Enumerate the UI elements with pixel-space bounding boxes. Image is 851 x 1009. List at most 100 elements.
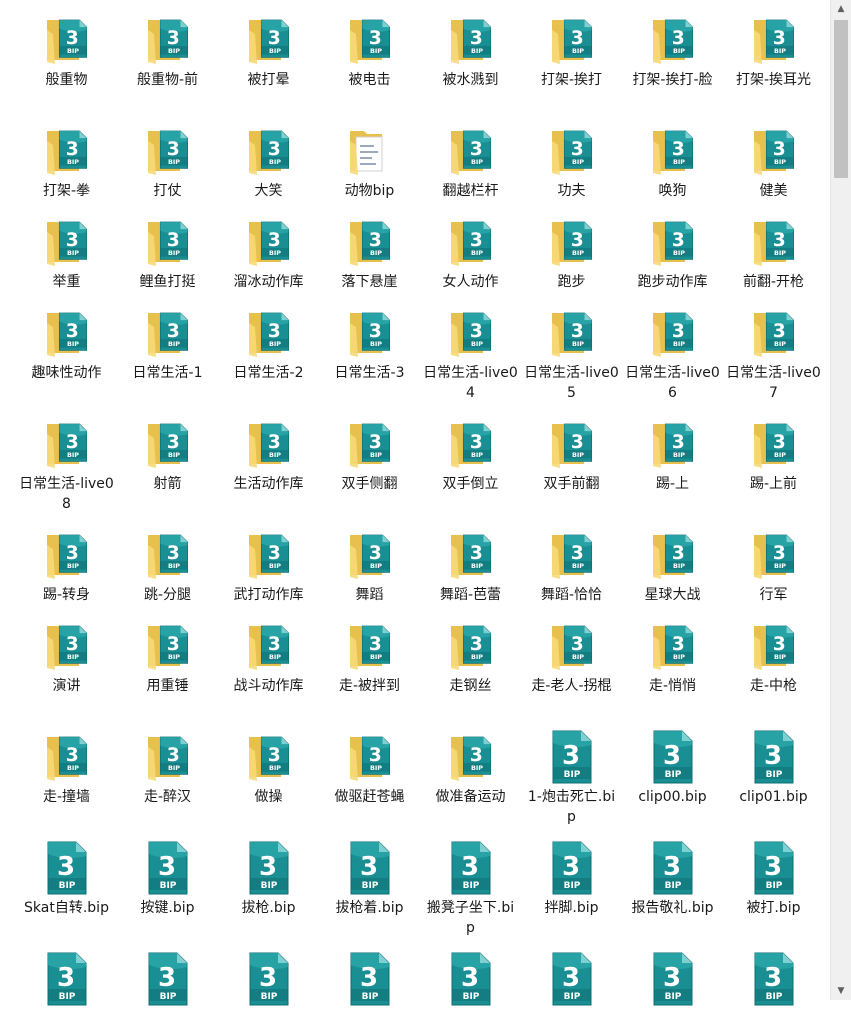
folder-item[interactable]: 3 BIP 打架-挨打-脸 xyxy=(622,10,723,121)
folder-item[interactable]: 3 BIP 日常生活-live06 xyxy=(622,303,723,414)
bip-file-item[interactable]: 3 BIP 拌脚.bip xyxy=(521,838,622,949)
scroll-up-arrow-icon[interactable]: ▲ xyxy=(831,0,851,18)
bip-file-item[interactable]: 3 BIP xyxy=(521,949,622,1009)
folder-item[interactable]: 3 BIP 翻越栏杆 xyxy=(420,121,521,212)
folder-item[interactable]: 3 BIP 走-被拌到 xyxy=(319,616,420,727)
bip-file-item[interactable]: 3 BIP 被打.bip xyxy=(723,838,824,949)
bip-file-item[interactable]: 3 BIP xyxy=(117,949,218,1009)
folder-item[interactable]: 3 BIP 举重 xyxy=(16,212,117,303)
bip-file-icon: 3 BIP xyxy=(746,729,802,785)
folder-item[interactable]: 3 BIP 做操 xyxy=(218,727,319,838)
bip-file-item[interactable]: 3 BIP clip01.bip xyxy=(723,727,824,838)
folder-item[interactable]: 3 BIP 双手前翻 xyxy=(521,414,622,525)
folder-item[interactable]: 3 BIP 走-醉汉 xyxy=(117,727,218,838)
folder-item[interactable]: 3 BIP 溜冰动作库 xyxy=(218,212,319,303)
folder-item[interactable]: 3 BIP 般重物 xyxy=(16,10,117,121)
folder-item[interactable]: 3 BIP 唤狗 xyxy=(622,121,723,212)
svg-text:BIP: BIP xyxy=(167,47,179,55)
folder-item[interactable]: 3 BIP 行军 xyxy=(723,525,824,616)
folder-item[interactable]: 3 BIP 走-撞墙 xyxy=(16,727,117,838)
folder-item[interactable]: 3 BIP 跳-分腿 xyxy=(117,525,218,616)
folder-item[interactable]: 3 BIP 用重锤 xyxy=(117,616,218,727)
folder-item[interactable]: 3 BIP 般重物-前 xyxy=(117,10,218,121)
folder-item[interactable]: 3 BIP 走-中枪 xyxy=(723,616,824,727)
folder-item[interactable]: 3 BIP 前翻-开枪 xyxy=(723,212,824,303)
bip-file-item[interactable]: 3 BIP Skat自转.bip xyxy=(16,838,117,949)
folder-item[interactable]: 3 BIP 打架-拳 xyxy=(16,121,117,212)
scroll-down-arrow-icon[interactable]: ▼ xyxy=(831,982,851,1000)
svg-text:BIP: BIP xyxy=(66,340,78,348)
folder-item[interactable]: 3 BIP 打架-挨打 xyxy=(521,10,622,121)
svg-text:3: 3 xyxy=(469,321,482,342)
bip-file-item[interactable]: 3 BIP xyxy=(420,949,521,1009)
folder-item[interactable]: 3 BIP 双手侧翻 xyxy=(319,414,420,525)
bip-file-item[interactable]: 3 BIP clip00.bip xyxy=(622,727,723,838)
folder-item[interactable]: 3 BIP 打仗 xyxy=(117,121,218,212)
svg-text:3: 3 xyxy=(772,230,785,251)
folder-item[interactable]: 3 BIP 演讲 xyxy=(16,616,117,727)
bip-file-item[interactable]: 3 BIP 拔枪.bip xyxy=(218,838,319,949)
folder-item[interactable]: 3 BIP 功夫 xyxy=(521,121,622,212)
svg-text:BIP: BIP xyxy=(773,249,785,257)
folder-item[interactable]: 3 BIP 女人动作 xyxy=(420,212,521,303)
folder-item[interactable]: 3 BIP 打架-挨耳光 xyxy=(723,10,824,121)
svg-text:BIP: BIP xyxy=(167,653,179,661)
folder-item[interactable]: 3 BIP 日常生活-3 xyxy=(319,303,420,414)
bip-file-item[interactable]: 3 BIP xyxy=(218,949,319,1009)
folder-item[interactable]: 3 BIP 星球大战 xyxy=(622,525,723,616)
bip-file-item[interactable]: 3 BIP xyxy=(622,949,723,1009)
folder-item[interactable]: 3 BIP 舞蹈-芭蕾 xyxy=(420,525,521,616)
svg-text:BIP: BIP xyxy=(470,562,482,570)
folder-item[interactable]: 3 BIP 生活动作库 xyxy=(218,414,319,525)
folder-item[interactable]: 3 BIP 舞蹈 xyxy=(319,525,420,616)
folder-item[interactable]: 3 BIP 战斗动作库 xyxy=(218,616,319,727)
vertical-scrollbar[interactable]: ▲ ▼ xyxy=(830,0,851,1000)
folder-item[interactable]: 3 BIP 日常生活-live05 xyxy=(521,303,622,414)
folder-item[interactable]: 3 BIP 跑步动作库 xyxy=(622,212,723,303)
file-label: 做驱赶苍蝇 xyxy=(334,789,405,805)
folder-item[interactable]: 3 BIP 鲤鱼打挺 xyxy=(117,212,218,303)
folder-item[interactable]: 3 BIP 日常生活-live08 xyxy=(16,414,117,525)
folder-item[interactable]: 3 BIP 踢-上 xyxy=(622,414,723,525)
folder-item[interactable]: 3 BIP 做驱赶苍蝇 xyxy=(319,727,420,838)
bip-file-item[interactable]: 3 BIP 拔枪着.bip xyxy=(319,838,420,949)
folder-item[interactable]: 3 BIP 跑步 xyxy=(521,212,622,303)
svg-text:3: 3 xyxy=(166,28,179,49)
bip-file-item[interactable]: 3 BIP xyxy=(16,949,117,1009)
folder-item[interactable]: 3 BIP 被打晕 xyxy=(218,10,319,121)
folder-item[interactable]: 3 BIP 日常生活-live04 xyxy=(420,303,521,414)
folder-item[interactable]: 3 BIP 趣味性动作 xyxy=(16,303,117,414)
scroll-thumb[interactable] xyxy=(834,20,848,178)
folder-item[interactable]: 3 BIP 双手倒立 xyxy=(420,414,521,525)
folder-item[interactable]: 3 BIP 走钢丝 xyxy=(420,616,521,727)
folder-item[interactable]: 3 BIP 武打动作库 xyxy=(218,525,319,616)
bip-file-item[interactable]: 3 BIP xyxy=(723,949,824,1009)
folder-item[interactable]: 3 BIP 落下悬崖 xyxy=(319,212,420,303)
bip-file-item[interactable]: 3 BIP 按键.bip xyxy=(117,838,218,949)
bip-file-item[interactable]: 3 BIP xyxy=(319,949,420,1009)
folder-item[interactable]: 3 BIP 射箭 xyxy=(117,414,218,525)
bip-folder-icon: 3 BIP xyxy=(645,527,701,583)
bip-file-item[interactable]: 3 BIP 搬凳子坐下.bip xyxy=(420,838,521,949)
folder-item[interactable]: 3 BIP 舞蹈-恰恰 xyxy=(521,525,622,616)
folder-item[interactable]: 3 BIP 被电击 xyxy=(319,10,420,121)
svg-text:3: 3 xyxy=(570,321,583,342)
folder-item[interactable]: 3 BIP 大笑 xyxy=(218,121,319,212)
folder-item[interactable]: 3 BIP 健美 xyxy=(723,121,824,212)
folder-item[interactable]: 3 BIP 日常生活-1 xyxy=(117,303,218,414)
folder-item[interactable]: 3 BIP 日常生活-live07 xyxy=(723,303,824,414)
svg-text:BIP: BIP xyxy=(571,249,583,257)
folder-item[interactable]: 3 BIP 被水溅到 xyxy=(420,10,521,121)
folder-item[interactable]: 3 BIP 踢-上前 xyxy=(723,414,824,525)
bip-file-item[interactable]: 3 BIP 1-炮击死亡.bip xyxy=(521,727,622,838)
folder-item[interactable]: 3 BIP 走-老人-拐棍 xyxy=(521,616,622,727)
folder-item[interactable]: 3 BIP 日常生活-2 xyxy=(218,303,319,414)
folder-item[interactable]: 3 BIP 做准备运动 xyxy=(420,727,521,838)
bip-file-item[interactable]: 3 BIP 报告敬礼.bip xyxy=(622,838,723,949)
folder-item[interactable]: 动物bip xyxy=(319,121,420,212)
bip-folder-icon: 3 BIP xyxy=(544,214,600,270)
folder-item[interactable]: 3 BIP 走-悄悄 xyxy=(622,616,723,727)
bip-folder-icon: 3 BIP xyxy=(241,123,297,179)
folder-item[interactable]: 3 BIP 踢-转身 xyxy=(16,525,117,616)
svg-text:BIP: BIP xyxy=(361,992,378,1002)
